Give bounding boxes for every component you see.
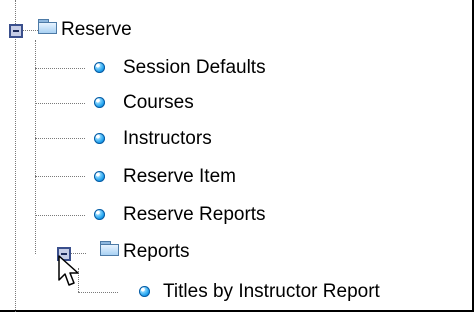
blue-bullet-icon — [94, 209, 105, 220]
tree-panel: Reserve Session Defaults Courses Instruc… — [0, 0, 474, 312]
blue-bullet-icon — [94, 171, 105, 182]
folder-icon — [100, 241, 119, 256]
tree-item-reserve[interactable]: Reserve — [61, 18, 132, 42]
folder-body — [38, 22, 57, 34]
tree-item-reports[interactable]: Reports — [123, 240, 190, 264]
tree-item-instructors[interactable]: Instructors — [123, 127, 212, 151]
tree-item-reserve-item[interactable]: Reserve Item — [123, 165, 236, 189]
tree-connector-session-defaults — [35, 68, 85, 69]
blue-bullet-icon — [139, 286, 150, 297]
mouse-pointer-icon — [58, 255, 79, 286]
folder-icon — [38, 19, 57, 34]
blue-bullet-icon — [94, 97, 105, 108]
tree-line-top — [15, 0, 16, 24]
tree-item-reserve-reports[interactable]: Reserve Reports — [123, 203, 266, 227]
tree-item-courses[interactable]: Courses — [123, 91, 194, 115]
tree-connector-reserve-item — [35, 176, 85, 177]
tree-connector-reserve-reports — [35, 215, 85, 216]
tree-item-session-defaults[interactable]: Session Defaults — [123, 56, 266, 80]
tree-item-titles-by-instructor-report[interactable]: Titles by Instructor Report — [163, 280, 380, 304]
tree-line-left — [15, 32, 16, 312]
folder-body — [100, 244, 119, 256]
blue-bullet-icon — [94, 62, 105, 73]
collapse-toggle-reserve[interactable] — [9, 24, 23, 38]
tree-line-child-1 — [35, 40, 36, 254]
blue-bullet-icon — [94, 133, 105, 144]
tree-connector-titles-report — [78, 292, 118, 293]
tree-line-root-to-folder — [22, 30, 38, 31]
tree-connector-instructors — [35, 138, 85, 139]
tree-connector-courses — [35, 103, 85, 104]
